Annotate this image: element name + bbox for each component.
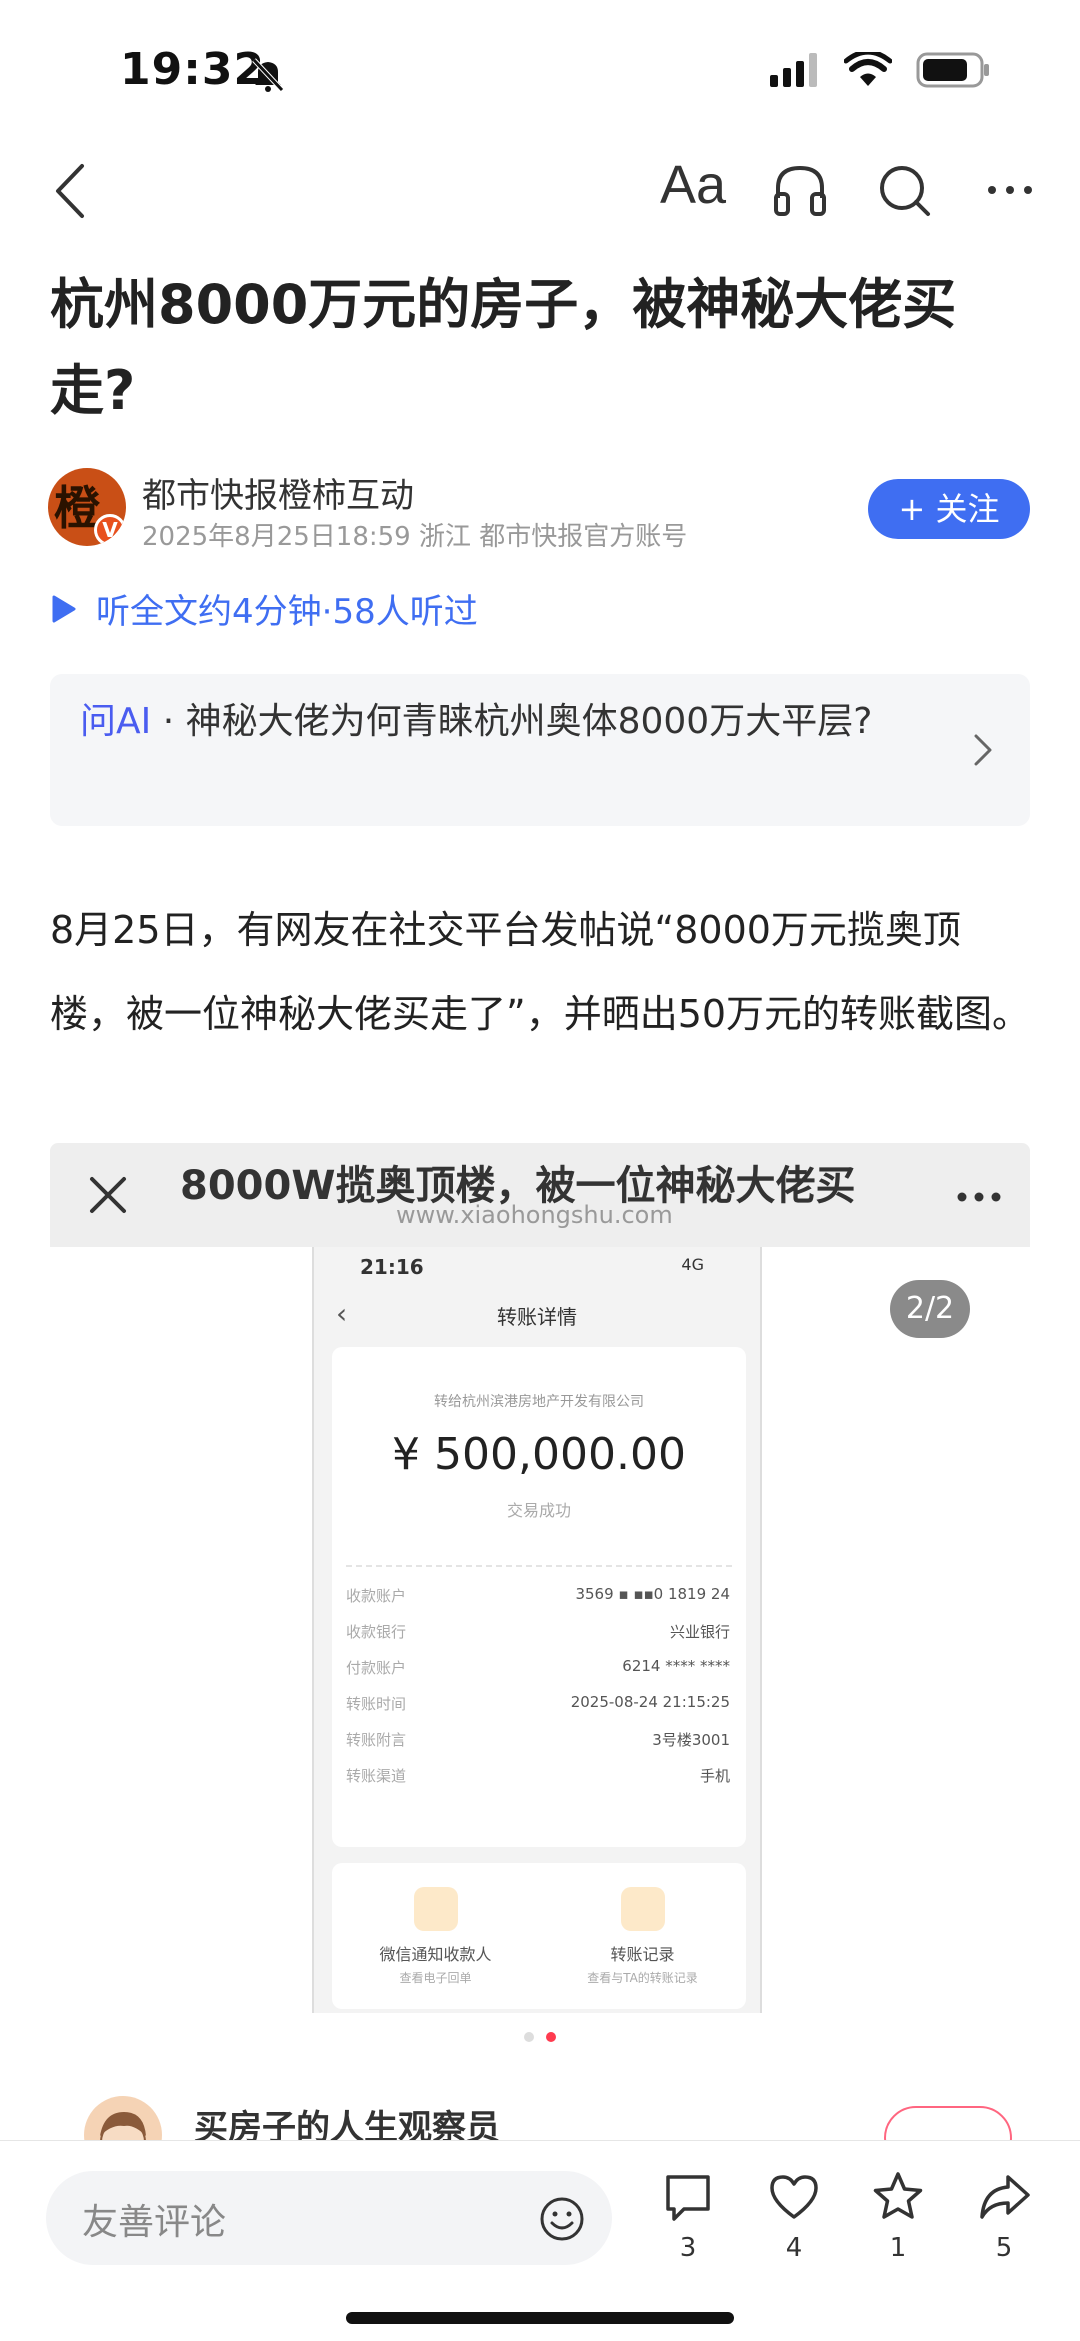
back-arrow-icon[interactable] — [46, 156, 96, 226]
comment-placeholder: 友善评论 — [82, 2202, 227, 2243]
detail-row: 收款银行 兴业银行 — [346, 1621, 730, 1657]
article-paragraph: 8月25日，有网友在社交平台发帖说“8000万元揽奥顶楼，被一位神秘大佬买走了”… — [50, 908, 1031, 1036]
top-nav-bar: Aa — [0, 150, 1080, 230]
detail-row: 转账时间 2025-08-24 21:15:25 — [346, 1693, 730, 1729]
more-options-icon — [957, 1192, 1001, 1202]
chevron-right-icon — [974, 734, 992, 766]
carousel-dot[interactable] — [524, 2032, 534, 2042]
heart-icon — [770, 2175, 818, 2219]
ask-ai-question: 神秘大佬为何青睐杭州奥体8000万大平层? — [185, 701, 873, 742]
author-name[interactable]: 都市快报橙柿互动 — [142, 468, 414, 517]
detail-label: 收款账户 — [346, 1587, 407, 1605]
emoji-icon[interactable] — [538, 2195, 586, 2243]
follow-button[interactable]: + 关注 — [868, 479, 1030, 539]
action-sub: 查看电子回单 — [399, 1971, 472, 1985]
ask-ai-separator: · — [151, 701, 186, 742]
verified-badge-icon: V — [94, 514, 126, 546]
font-size-button[interactable]: Aa — [660, 154, 726, 216]
action-label: 转账记录 — [610, 1945, 675, 1964]
search-icon[interactable] — [872, 158, 936, 222]
detail-value: 3569 ▪ ▪▪0 1819 24 — [575, 1585, 730, 1603]
detail-row: 收款账户 3569 ▪ ▪▪0 1819 24 — [346, 1585, 730, 1621]
notify-payee-action: 微信通知收款人 查看电子回单 — [332, 1863, 539, 2009]
detail-label: 转账附言 — [346, 1731, 407, 1749]
transfer-record-action: 转账记录 查看与TA的转账记录 — [539, 1863, 746, 2009]
share-button[interactable]: 5 — [964, 2169, 1044, 2263]
comment-input[interactable]: 友善评论 — [46, 2171, 612, 2265]
more-options-icon[interactable] — [978, 158, 1042, 222]
author-avatar[interactable]: 橙 V — [48, 468, 126, 546]
ask-ai-card[interactable]: 问AI · 神秘大佬为何青睐杭州奥体8000万大平层? — [50, 674, 1030, 826]
detail-row: 转账附言 3号楼3001 — [346, 1729, 730, 1765]
detail-row: 付款账户 6214 **** **** — [346, 1657, 730, 1693]
author-meta: 2025年8月25日18:59 浙江 都市快报官方账号 — [142, 522, 688, 552]
detail-value: 6214 **** **** — [622, 1657, 730, 1675]
phone-time: 21:16 — [360, 1255, 424, 1279]
cellular-signal-icon — [770, 53, 817, 87]
action-label: 微信通知收款人 — [379, 1945, 492, 1964]
headphones-icon[interactable] — [768, 158, 832, 222]
bottom-action-bar: 友善评论 3 4 1 5 — [0, 2140, 1080, 2341]
status-bar: 19:32 — [0, 0, 1080, 140]
detail-value: 3号楼3001 — [652, 1731, 730, 1749]
listen-label: 听全文约4分钟·58人听过 — [96, 592, 478, 632]
share-count: 5 — [995, 2233, 1013, 2263]
transfer-details: 收款账户 3569 ▪ ▪▪0 1819 24 收款银行 兴业银行 付款账户 6214… — [346, 1585, 730, 1801]
share-icon — [980, 2175, 1030, 2219]
carousel-dot-active[interactable] — [546, 2032, 556, 2042]
detail-value: 兴业银行 — [669, 1623, 730, 1641]
embed-url: www.xiaohongshu.com — [396, 1201, 673, 1229]
home-indicator[interactable] — [346, 2312, 734, 2324]
status-icons — [770, 52, 990, 88]
battery-icon — [916, 52, 989, 88]
comment-count: 3 — [679, 2233, 697, 2263]
action-sub: 查看与TA的转账记录 — [587, 1971, 698, 1985]
detail-value: 手机 — [699, 1767, 730, 1785]
star-icon — [873, 2172, 923, 2219]
ask-ai-text: 问AI · 神秘大佬为何青睐杭州奥体8000万大平层? — [80, 694, 960, 750]
status-time: 19:32 — [120, 44, 266, 95]
record-icon — [620, 1887, 665, 1931]
embed-header: 8000W揽奥顶楼，被一位神秘大佬买 www.xiaohongshu.com — [50, 1143, 1030, 1247]
transfer-amount: ¥ 500,000.00 — [392, 1429, 686, 1480]
close-icon — [90, 1177, 126, 1213]
phone-screen-title: 转账详情 — [497, 1305, 577, 1329]
comments-button[interactable]: 3 — [648, 2169, 728, 2263]
embedded-image[interactable]: 8000W揽奥顶楼，被一位神秘大佬买 www.xiaohongshu.com 2… — [50, 1143, 1030, 2073]
wechat-icon — [413, 1887, 458, 1931]
comment-icon — [666, 2175, 710, 2221]
detail-row: 转账渠道 手机 — [346, 1765, 730, 1801]
like-count: 4 — [785, 2233, 803, 2263]
phone-signal: 4G — [681, 1255, 704, 1274]
transfer-screenshot: 21:16 4G ‹ 转账详情 转给杭州滨港房地产开发有限公司 ¥ 500,00… — [312, 1247, 762, 2013]
detail-label: 付款账户 — [346, 1659, 407, 1677]
ask-ai-label: 问AI — [80, 701, 152, 742]
listen-full-article[interactable]: 听全文约4分钟·58人听过 — [50, 584, 478, 633]
like-button[interactable]: 4 — [754, 2169, 834, 2263]
transfer-actions: 微信通知收款人 查看电子回单 转账记录 查看与TA的转账记录 — [332, 1863, 746, 2009]
wifi-icon — [844, 52, 892, 86]
detail-label: 收款银行 — [346, 1623, 407, 1641]
favorite-button[interactable]: 1 — [858, 2169, 938, 2263]
carousel-dots — [0, 2032, 1080, 2042]
detail-label: 转账时间 — [346, 1695, 407, 1713]
divider — [346, 1565, 732, 1567]
favorite-count: 1 — [889, 2233, 907, 2263]
detail-value: 2025-08-24 21:15:25 — [570, 1693, 730, 1711]
transfer-payee: 转给杭州滨港房地产开发有限公司 — [434, 1394, 644, 1410]
image-page-badge: 2/2 — [890, 1280, 970, 1338]
transfer-card: 转给杭州滨港房地产开发有限公司 ¥ 500,000.00 交易成功 收款账户 35… — [332, 1347, 746, 1847]
bell-muted-icon — [252, 58, 284, 92]
detail-label: 转账渠道 — [346, 1767, 407, 1785]
play-icon — [52, 595, 76, 622]
transfer-status: 交易成功 — [506, 1501, 571, 1520]
article-title: 杭州8000万元的房子，被神秘大佬买走? — [50, 273, 957, 422]
